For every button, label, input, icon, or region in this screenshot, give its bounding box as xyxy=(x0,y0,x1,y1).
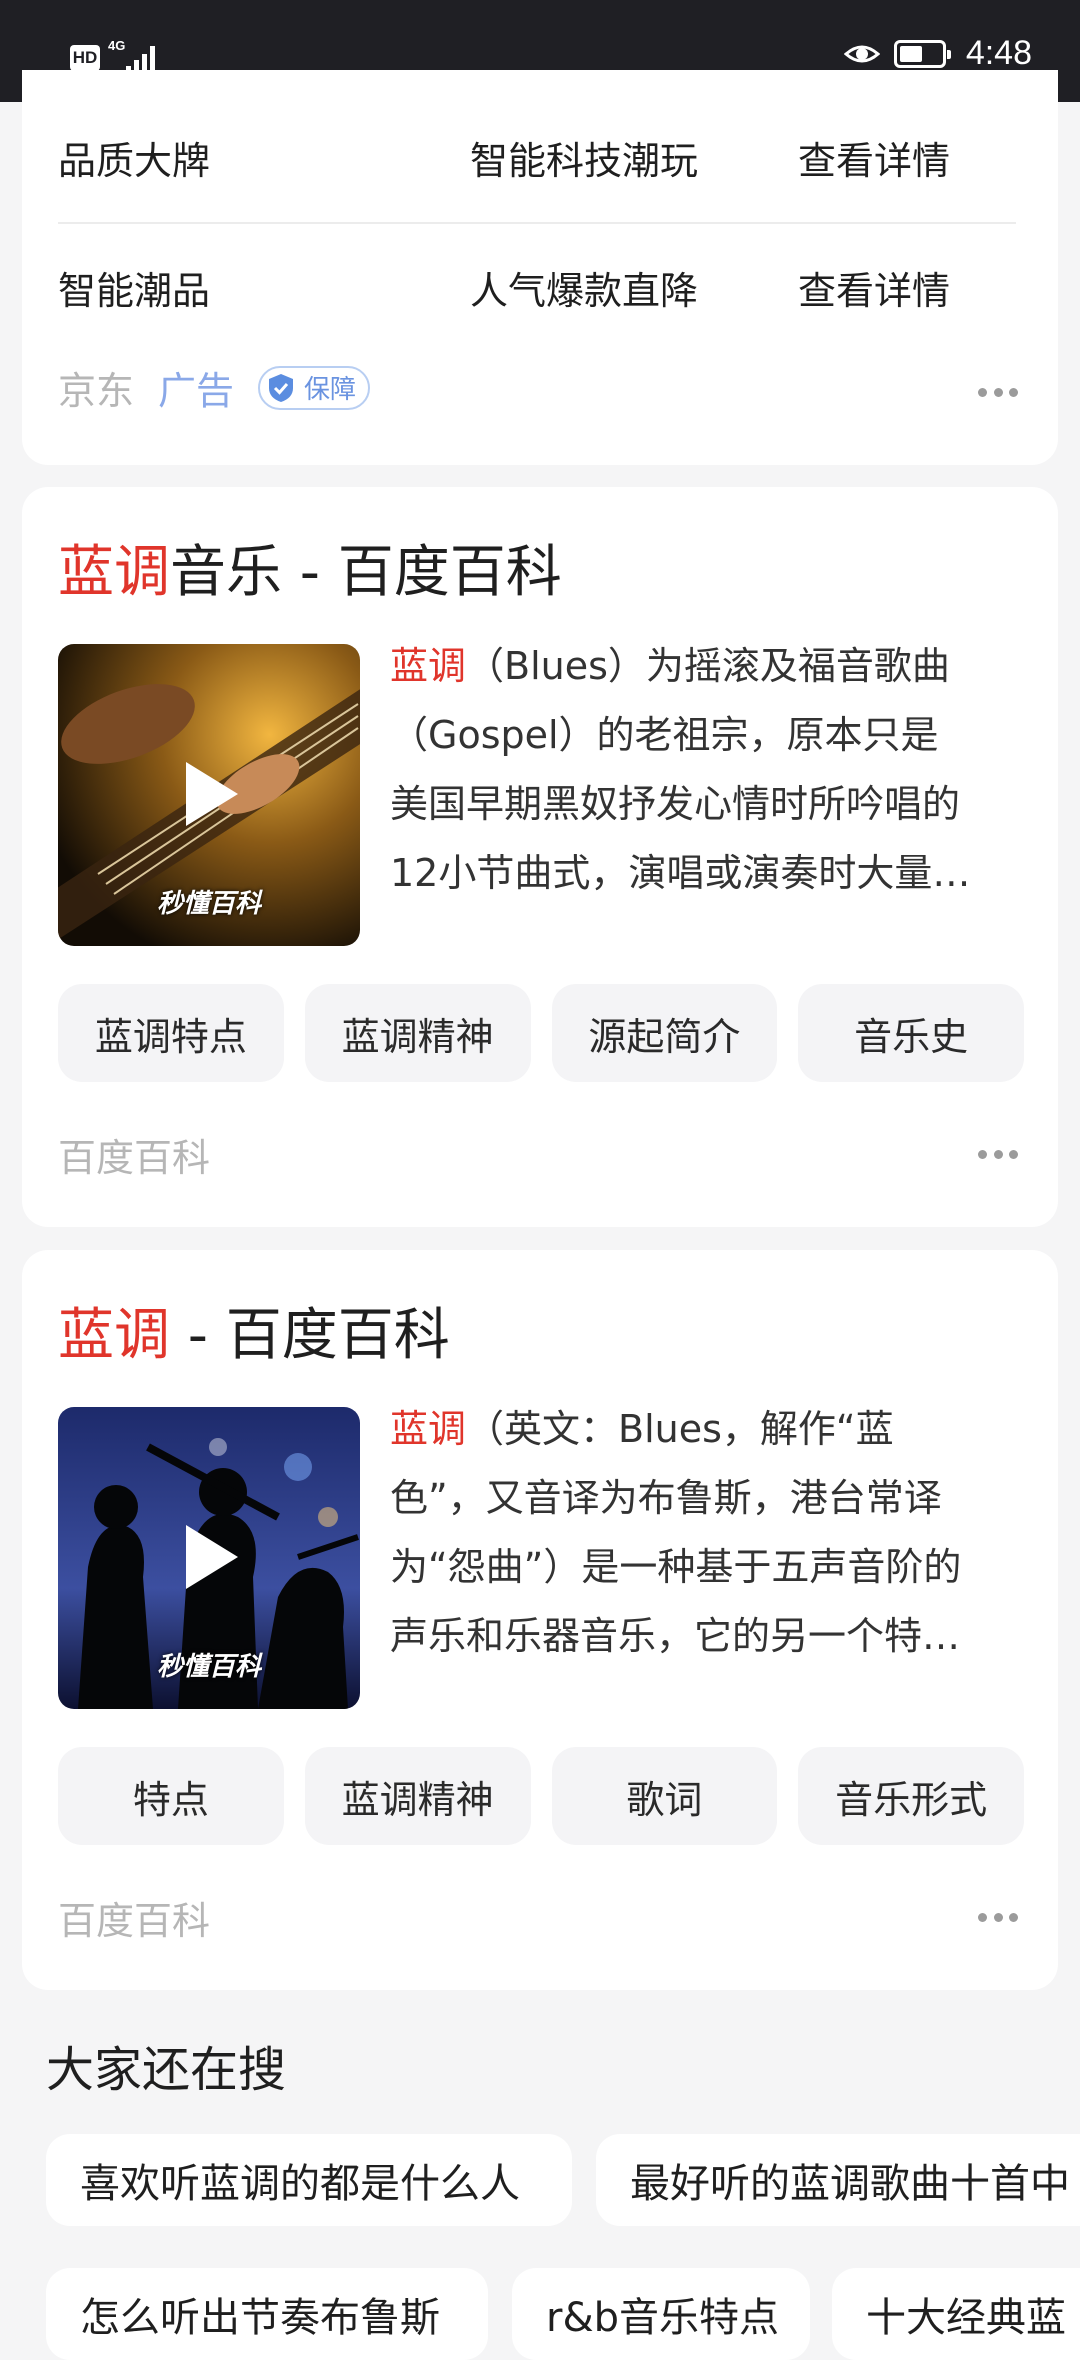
more-options-icon[interactable] xyxy=(978,1913,1018,1923)
watermark: 秒懂百科 xyxy=(156,1652,261,1682)
desc-line: 声乐和乐器音乐，它的另一个特… xyxy=(390,1614,961,1658)
result-source: 百度百科 xyxy=(58,1899,211,1943)
guarantee-label: 保障 xyxy=(304,375,357,405)
related-searches-title: 大家还在搜 xyxy=(46,2042,287,2098)
desc-line: 美国早期黑奴抒发心情时所吟唱的 xyxy=(390,782,961,826)
battery-level xyxy=(899,45,922,62)
video-thumbnail[interactable]: 秒懂百科 xyxy=(58,644,360,946)
chip[interactable]: 蓝调特点 xyxy=(58,984,284,1082)
view-details-link[interactable]: 查看详情 xyxy=(798,260,950,315)
shield-check-icon xyxy=(269,373,294,402)
related-search-tag[interactable]: 怎么听出节奏布鲁斯 xyxy=(46,2268,488,2360)
chip[interactable]: 音乐形式 xyxy=(798,1747,1024,1845)
ad-row[interactable]: 品质大牌 智能科技潮玩 查看详情 xyxy=(58,130,1016,200)
result-title[interactable]: 蓝调 - 百度百科 xyxy=(58,1290,450,1371)
view-details-link[interactable]: 查看详情 xyxy=(798,130,950,185)
related-search-tag[interactable]: r&b音乐特点 xyxy=(512,2268,810,2360)
more-options-icon[interactable] xyxy=(978,388,1018,398)
more-options-icon[interactable] xyxy=(978,1150,1018,1160)
watermark: 秒懂百科 xyxy=(156,889,261,919)
subtopic-chips: 特点 蓝调精神 歌词 音乐形式 xyxy=(58,1747,1024,1845)
result-description: 蓝调（Blues）为摇滚及福音歌曲 （Gospel）的老祖宗，原本只是 美国早期… xyxy=(390,632,1026,908)
desc-line: （英文：Blues，解作“蓝 xyxy=(466,1407,894,1451)
result-source: 百度百科 xyxy=(58,1136,211,1180)
battery-icon xyxy=(893,39,951,68)
ad-label: 广告 xyxy=(158,369,235,413)
ad-item[interactable]: 智能科技潮玩 xyxy=(470,130,698,185)
ad-item[interactable]: 智能潮品 xyxy=(58,260,210,315)
status-right: 4:48 xyxy=(843,34,1032,73)
desc-line: 12小节曲式，演唱或演奏时大量… xyxy=(390,851,971,895)
subtopic-chips: 蓝调特点 蓝调精神 源起简介 音乐史 xyxy=(58,984,1024,1082)
desc-line: 为“怨曲”）是一种基于五声音阶的 xyxy=(390,1545,962,1589)
result-card[interactable]: 蓝调 - 百度百科 秒懂百科 蓝调（英文：Blues，解作“蓝 色”，又音译为布… xyxy=(22,1250,1058,1990)
related-search-tag[interactable]: 喜欢听蓝调的都是什么人 xyxy=(46,2134,572,2226)
ad-item[interactable]: 人气爆款直降 xyxy=(470,260,698,315)
chip[interactable]: 特点 xyxy=(58,1747,284,1845)
play-icon[interactable] xyxy=(186,1525,238,1589)
guarantee-badge: 保障 xyxy=(258,365,371,410)
divider xyxy=(58,222,1016,224)
ad-source: 京东 xyxy=(58,369,135,413)
clock: 4:48 xyxy=(965,34,1032,72)
title-text: 音乐 - 百度百科 xyxy=(170,540,562,605)
play-icon[interactable] xyxy=(186,762,238,826)
desc-highlight: 蓝调 xyxy=(390,644,467,688)
desc-line: 色”，又音译为布鲁斯，港台常译 xyxy=(390,1476,942,1520)
ad-footer: 京东 广告 保障 xyxy=(58,360,371,415)
chip[interactable]: 蓝调精神 xyxy=(304,1747,531,1845)
desc-line: （Gospel）的老祖宗，原本只是 xyxy=(390,713,939,757)
title-highlight: 蓝调 xyxy=(58,540,170,605)
result-card[interactable]: 蓝调音乐 - 百度百科 秒懂百科 蓝调（Blues）为摇滚及福音歌曲 （Gosp… xyxy=(22,487,1058,1227)
related-search-tag[interactable]: 十大经典蓝 xyxy=(832,2268,1080,2360)
title-text: - 百度百科 xyxy=(170,1303,450,1368)
desc-highlight: 蓝调 xyxy=(390,1407,467,1451)
result-title[interactable]: 蓝调音乐 - 百度百科 xyxy=(58,527,562,608)
chip[interactable]: 蓝调精神 xyxy=(304,984,531,1082)
chip[interactable]: 歌词 xyxy=(551,1747,778,1845)
chip[interactable]: 音乐史 xyxy=(798,984,1024,1082)
video-thumbnail[interactable]: 秒懂百科 xyxy=(58,1407,360,1709)
hd-badge: HD xyxy=(70,45,100,71)
chip[interactable]: 源起简介 xyxy=(551,984,778,1082)
related-search-tag[interactable]: 最好听的蓝调歌曲十首中 xyxy=(596,2134,1080,2226)
title-highlight: 蓝调 xyxy=(58,1303,170,1368)
ad-row[interactable]: 智能潮品 人气爆款直降 查看详情 xyxy=(58,260,1016,330)
desc-line: （Blues）为摇滚及福音歌曲 xyxy=(466,644,950,688)
network-type: 4G xyxy=(108,38,126,53)
eye-comfort-icon xyxy=(843,45,880,62)
result-description: 蓝调（英文：Blues，解作“蓝 色”，又音译为布鲁斯，港台常译 为“怨曲”）是… xyxy=(390,1395,1026,1671)
ad-item[interactable]: 品质大牌 xyxy=(58,130,210,185)
ad-card[interactable]: 品质大牌 智能科技潮玩 查看详情 智能潮品 人气爆款直降 查看详情 京东 广告 … xyxy=(22,70,1058,465)
